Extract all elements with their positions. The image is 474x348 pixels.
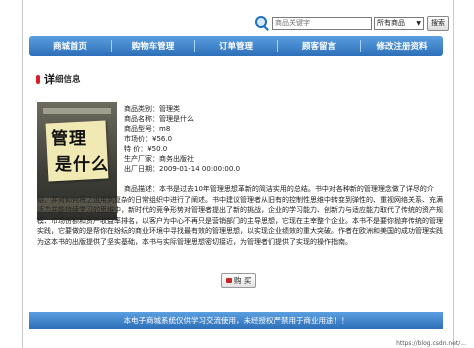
product-special-price: 特 价：¥50.0 <box>124 145 168 153</box>
footer: 本电子商城系统仅供学习交流使用，未经授权严禁用于商业用途！！ <box>29 312 443 329</box>
footer-text: 本电子商城系统仅供学习交流使用，未经授权严禁用于商业用途！！ <box>123 316 349 325</box>
chevron-down-icon: ▼ <box>416 19 421 27</box>
cover-title-line2: 是什么 <box>55 155 109 175</box>
nav-item-profile[interactable]: 修改注册资料 <box>361 40 443 52</box>
search-button[interactable]: 搜索 <box>427 15 449 31</box>
section-title-first: 详 <box>44 73 55 86</box>
cover-title-line1: 管理 <box>51 129 87 149</box>
product-date: 出厂日期：2009-01-14 00:00:00.0 <box>124 165 241 173</box>
search-input[interactable] <box>272 16 372 30</box>
product-category: 商品类别：管理类 <box>124 105 180 113</box>
section-title: 详 细信息 <box>36 71 81 87</box>
product-description: 商品描述：本书是过去10年管理思想革新的简洁实用的总结。书中对各种新的管理理念做… <box>37 185 443 246</box>
main-nav: 商城首页 购物车管理 订单管理 顾客留言 修改注册资料 <box>29 36 443 56</box>
product-name: 商品名称：管理是什么 <box>124 115 194 123</box>
buy-button[interactable]: 购 买 <box>221 273 257 288</box>
watermark: https://blog.csdn.net/... <box>396 340 466 347</box>
category-select-value: 所有商品 <box>377 19 405 27</box>
search-bar: 所有商品 ▼ 搜索 <box>255 14 449 32</box>
nav-item-home[interactable]: 商城首页 <box>29 40 111 52</box>
nav-item-messages[interactable]: 顾客留言 <box>278 40 360 52</box>
product-maker: 生产厂家：商务出版社 <box>124 155 194 163</box>
nav-item-cart[interactable]: 购物车管理 <box>112 40 194 52</box>
search-icon <box>255 16 269 31</box>
product-info: 商品类别：管理类 商品名称：管理是什么 商品型号：m8 市场价：¥56.0 特 … <box>124 104 444 174</box>
product-model: 商品型号：m8 <box>124 125 171 133</box>
product-market-price: 市场价：¥56.0 <box>124 135 173 143</box>
category-select[interactable]: 所有商品 ▼ <box>374 16 424 30</box>
nav-item-orders[interactable]: 订单管理 <box>195 40 277 52</box>
section-title-rest: 细信息 <box>55 75 81 85</box>
bullet-icon <box>36 74 40 84</box>
buy-button-label: 购 买 <box>234 276 252 285</box>
cart-icon <box>226 278 232 283</box>
